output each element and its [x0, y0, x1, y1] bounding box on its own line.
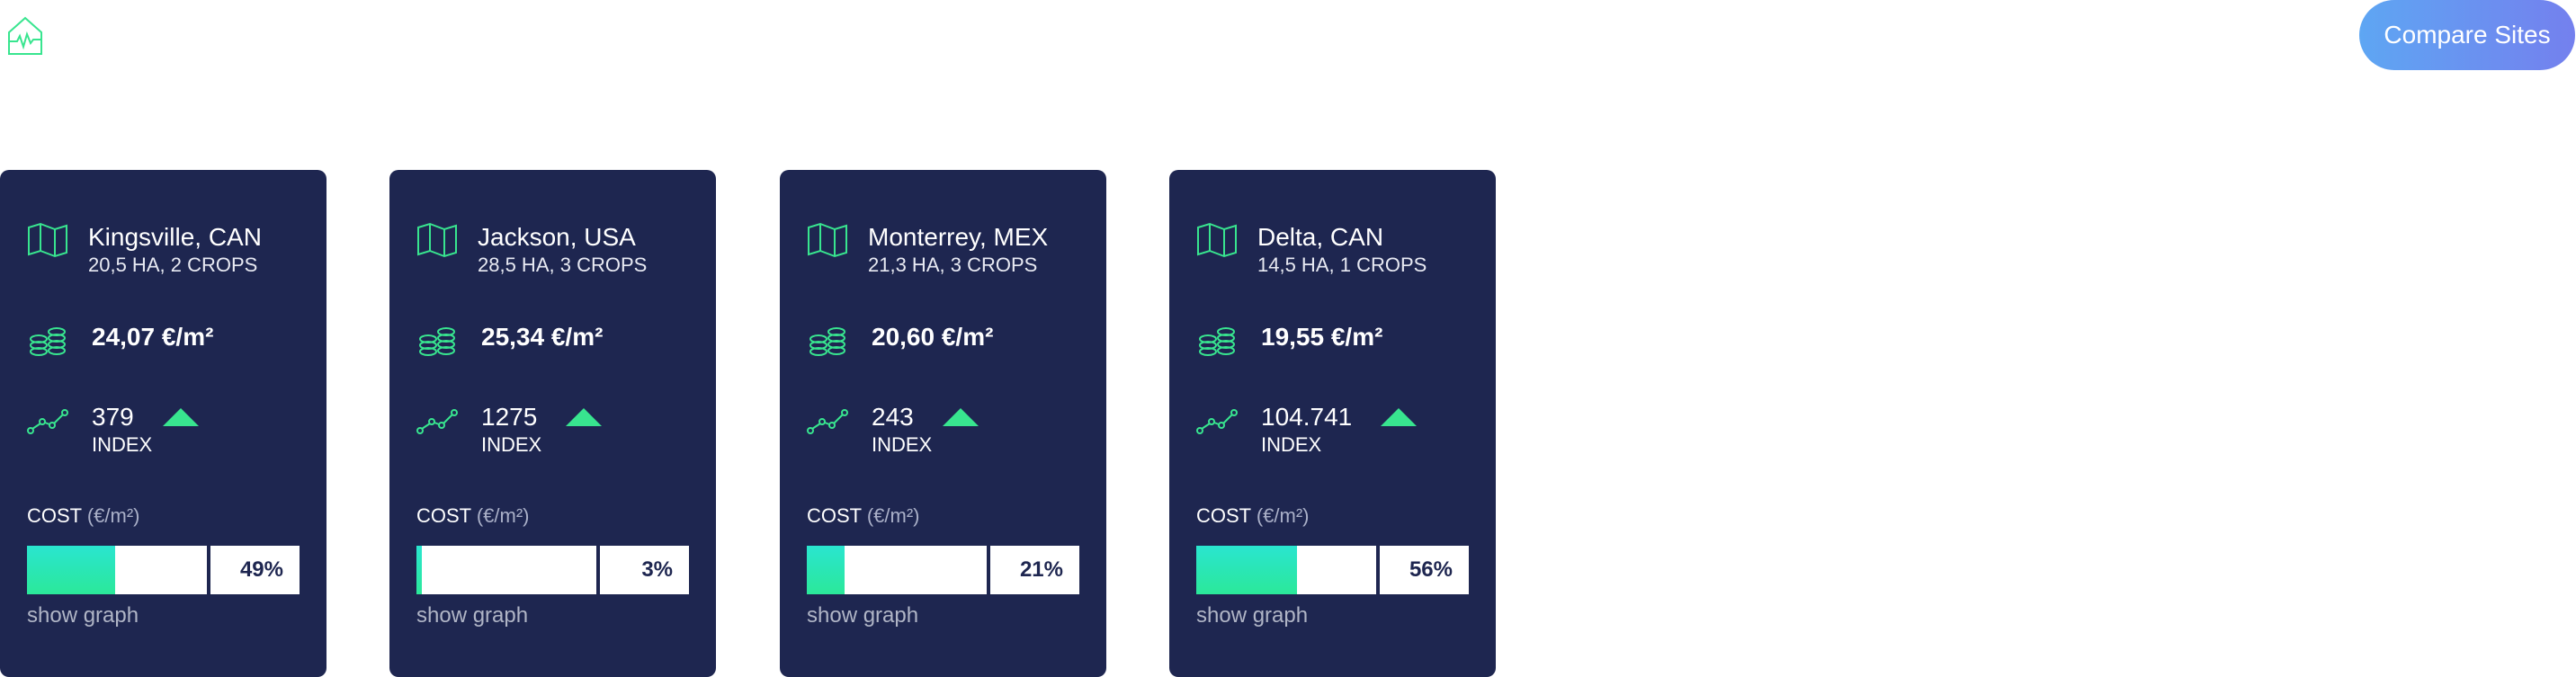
index-value: 104.741 [1261, 403, 1353, 431]
compare-sites-button[interactable]: Compare Sites [2359, 0, 2575, 70]
trend-line-icon [1196, 409, 1238, 434]
cost-unit: (€/m²) [1256, 504, 1310, 527]
coins-icon [1199, 327, 1235, 356]
cost-percent: 49% [210, 546, 300, 594]
site-card: Delta, CAN 14,5 HA, 1 CROPS 19,55 €/m² 1… [1169, 170, 1496, 677]
site-details: 14,5 HA, 1 CROPS [1257, 254, 1427, 276]
site-card: Monterrey, MEX 21,3 HA, 3 CROPS 20,60 €/… [780, 170, 1106, 677]
cost-bar-fill [27, 546, 115, 594]
trend-up-icon [1381, 408, 1418, 426]
index-label: INDEX [481, 433, 542, 456]
cost-unit: (€/m²) [86, 504, 140, 527]
cost-percent: 56% [1380, 546, 1469, 594]
location-row: Delta, CAN 14,5 HA, 1 CROPS [1196, 222, 1427, 278]
index-label: INDEX [1261, 433, 1322, 456]
price-row: 25,34 €/m² [416, 323, 603, 359]
location-row: Jackson, USA 28,5 HA, 3 CROPS [416, 222, 647, 278]
trend-line-icon [416, 409, 458, 434]
show-graph-link[interactable]: show graph [27, 603, 139, 628]
location-row: Monterrey, MEX 21,3 HA, 3 CROPS [807, 222, 1048, 278]
location-row: Kingsville, CAN 20,5 HA, 2 CROPS [27, 222, 262, 278]
cost-bar-fill [1196, 546, 1297, 594]
index-row: 243 INDEX [807, 402, 979, 458]
trend-up-icon [942, 408, 979, 426]
site-name: Kingsville, CAN [88, 223, 262, 251]
coins-icon [30, 327, 66, 356]
top-bar: Compare Sites [0, 0, 2576, 81]
cost-unit: (€/m²) [866, 504, 920, 527]
price-value: 20,60 €/m² [872, 323, 994, 351]
cost-title: COST [416, 504, 471, 527]
cost-title: COST [27, 504, 82, 527]
cost-title: COST [807, 504, 862, 527]
price-value: 19,55 €/m² [1261, 323, 1383, 351]
show-graph-link[interactable]: show graph [1196, 603, 1308, 628]
show-graph-link[interactable]: show graph [807, 603, 918, 628]
coins-icon [809, 327, 845, 356]
trend-line-icon [807, 409, 848, 434]
cost-label: COST (€/m²) [416, 504, 530, 528]
trend-line-icon [27, 409, 68, 434]
map-icon [417, 222, 457, 258]
cost-bar-fill [416, 546, 422, 594]
cost-label: COST (€/m²) [1196, 504, 1310, 528]
index-row: 1275 INDEX [416, 402, 603, 458]
trend-up-icon [162, 408, 199, 426]
map-icon [28, 222, 67, 258]
index-value: 1275 [481, 403, 538, 431]
index-value: 243 [872, 403, 914, 431]
trend-up-icon [566, 408, 603, 426]
index-row: 104.741 INDEX [1196, 402, 1418, 458]
price-row: 20,60 €/m² [807, 323, 993, 359]
cost-title: COST [1196, 504, 1251, 527]
cost-bar [1196, 546, 1376, 594]
site-card: Jackson, USA 28,5 HA, 3 CROPS 25,34 €/m² [389, 170, 716, 677]
index-value: 379 [92, 403, 134, 431]
map-icon [808, 222, 847, 258]
cost-bar [27, 546, 207, 594]
index-row: 379 INDEX [27, 402, 199, 458]
cost-percent: 21% [990, 546, 1079, 594]
cost-label: COST (€/m²) [807, 504, 920, 528]
site-name: Jackson, USA [478, 223, 636, 251]
home-pulse-icon[interactable] [5, 13, 45, 58]
price-value: 25,34 €/m² [481, 323, 604, 351]
cost-label: COST (€/m²) [27, 504, 140, 528]
site-details: 21,3 HA, 3 CROPS [868, 254, 1038, 276]
price-row: 19,55 €/m² [1196, 323, 1382, 359]
price-row: 24,07 €/m² [27, 323, 213, 359]
map-icon [1197, 222, 1237, 258]
site-name: Delta, CAN [1257, 223, 1384, 251]
cost-unit: (€/m²) [476, 504, 530, 527]
coins-icon [419, 327, 455, 356]
site-card: Kingsville, CAN 20,5 HA, 2 CROPS 24,07 €… [0, 170, 326, 677]
site-name: Monterrey, MEX [868, 223, 1049, 251]
site-details: 20,5 HA, 2 CROPS [88, 254, 258, 276]
site-details: 28,5 HA, 3 CROPS [478, 254, 648, 276]
index-label: INDEX [92, 433, 153, 456]
cost-percent: 3% [600, 546, 689, 594]
cost-bar [807, 546, 987, 594]
cost-bar-fill [807, 546, 845, 594]
cost-bar [416, 546, 596, 594]
index-label: INDEX [872, 433, 933, 456]
show-graph-link[interactable]: show graph [416, 603, 528, 628]
price-value: 24,07 €/m² [92, 323, 214, 351]
